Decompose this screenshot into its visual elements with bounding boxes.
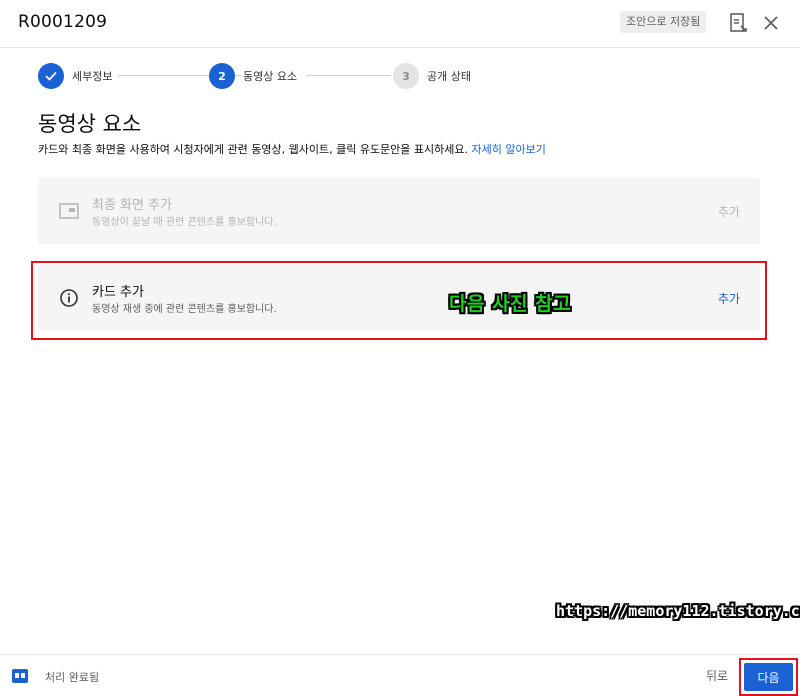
step-video-elements[interactable]: 2 동영상 요소: [209, 62, 297, 90]
step-details[interactable]: 세부정보: [38, 62, 112, 90]
close-icon[interactable]: [760, 12, 782, 34]
step-visibility[interactable]: 3 공개 상태: [393, 62, 471, 90]
blog-watermark: https://memory112.tistory.com: [556, 602, 800, 620]
feedback-icon[interactable]: [727, 12, 749, 34]
annotation-highlight: [31, 261, 767, 340]
step-number: 3: [393, 63, 419, 89]
step-label: 동영상 요소: [243, 70, 298, 83]
processing-status-icon: [12, 668, 28, 683]
card-subtitle: 동영상이 끝날 때 관련 콘텐츠를 홍보합니다.: [92, 217, 277, 228]
processing-status-text: 처리 완료됨: [45, 671, 100, 684]
step-connector: [306, 75, 391, 76]
step-label: 세부정보: [72, 70, 113, 83]
next-button-highlight: 다음: [739, 658, 798, 696]
dialog-footer: 처리 완료됨 뒤로 다음: [0, 654, 800, 696]
annotation-note: 다음 사진 참고: [449, 293, 572, 315]
end-screen-card: 최종 화면 추가 동영상이 끝날 때 관련 콘텐츠를 홍보합니다. 추가: [38, 178, 760, 244]
dialog-header: R0001209 조안으로 저장됨: [0, 0, 800, 48]
step-label: 공개 상태: [427, 70, 471, 83]
page-title: 동영상 요소: [38, 112, 142, 136]
description-text: 카드와 최종 화면을 사용하여 시청자에게 관련 동영상, 웹사이트, 클릭 유…: [38, 143, 469, 156]
back-button[interactable]: 뒤로: [706, 667, 728, 684]
step-number: 2: [209, 63, 235, 89]
learn-more-link[interactable]: 자세히 알아보기: [472, 143, 546, 156]
next-button[interactable]: 다음: [744, 663, 793, 691]
section-description: 카드와 최종 화면을 사용하여 시청자에게 관련 동영상, 웹사이트, 클릭 유…: [38, 141, 546, 157]
end-screen-icon: [58, 200, 80, 222]
draft-status-badge: 조안으로 저장됨: [620, 11, 707, 33]
checkmark-icon: [38, 63, 64, 89]
upload-stepper: 세부정보 2 동영상 요소 3 공개 상태: [38, 62, 538, 90]
video-title: R0001209: [18, 12, 108, 32]
card-title: 최종 화면 추가: [92, 198, 173, 213]
add-end-screen-button: 추가: [717, 205, 740, 219]
